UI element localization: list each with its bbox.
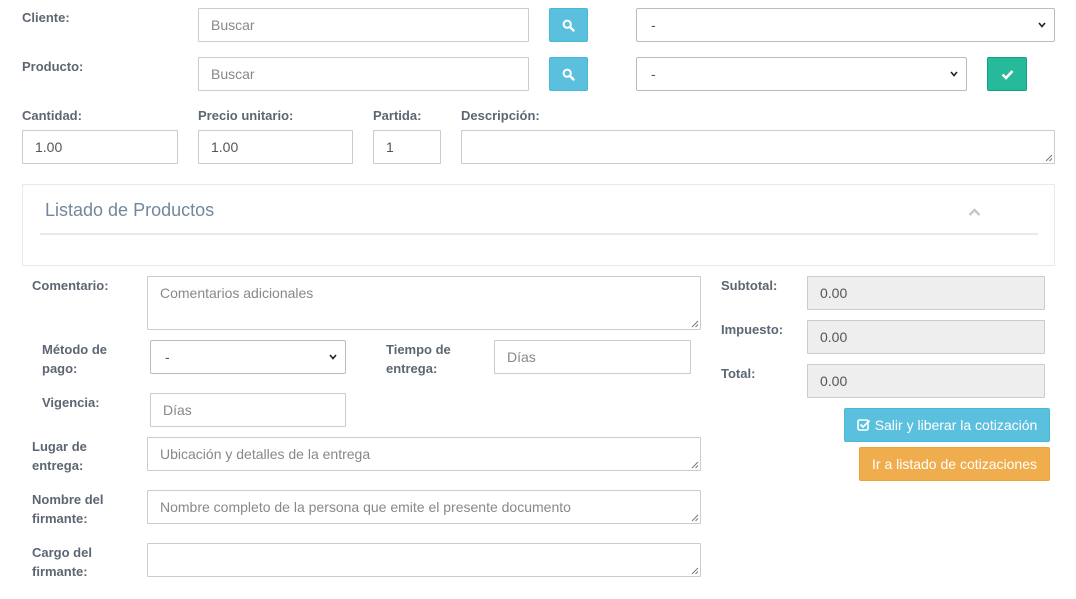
cliente-search-button[interactable] — [549, 8, 588, 42]
search-icon — [562, 19, 575, 32]
producto-select-value: - — [651, 66, 656, 82]
resize-grip-icon[interactable] — [690, 566, 699, 575]
total-field: 0.00 — [807, 364, 1045, 398]
chevron-down-icon — [950, 71, 958, 77]
resize-grip-icon[interactable] — [690, 319, 699, 328]
partida-input[interactable]: 1 — [373, 130, 441, 164]
impuesto-field: 0.00 — [807, 320, 1045, 354]
producto-search-button[interactable] — [549, 57, 588, 91]
search-icon — [562, 68, 575, 81]
ir-listado-button[interactable]: Ir a listado de cotizaciones — [859, 447, 1050, 481]
precio-unitario-input[interactable]: 1.00 — [198, 130, 353, 164]
metodo-pago-label-line1: Método de — [42, 342, 107, 357]
lugar-entrega-label-line2: entrega: — [32, 458, 84, 473]
product-list-panel: Listado de Productos — [22, 184, 1055, 266]
cantidad-value: 1.00 — [35, 139, 63, 155]
chevron-up-icon[interactable] — [968, 207, 981, 217]
descripcion-textarea[interactable] — [461, 130, 1055, 164]
lugar-entrega-label: Lugar de entrega: — [32, 437, 87, 475]
lugar-entrega-label-line1: Lugar de — [32, 439, 87, 454]
cargo-firmante-textarea[interactable] — [147, 543, 701, 577]
ir-listado-label: Ir a listado de cotizaciones — [872, 456, 1037, 472]
partida-label: Partida: — [373, 108, 422, 123]
tiempo-entrega-label-line1: Tiempo de — [386, 342, 451, 357]
producto-search-input[interactable]: Buscar — [198, 57, 529, 91]
salir-liberar-button[interactable]: Salir y liberar la cotización — [844, 408, 1050, 442]
cargo-firmante-label-line2: firmante: — [32, 564, 88, 579]
chevron-down-icon — [329, 354, 337, 360]
cliente-search-placeholder: Buscar — [211, 17, 255, 33]
metodo-pago-select[interactable]: - — [150, 340, 346, 374]
precio-unitario-value: 1.00 — [211, 139, 239, 155]
partida-value: 1 — [386, 139, 394, 155]
tiempo-entrega-label-line2: entrega: — [386, 361, 438, 376]
tiempo-entrega-label: Tiempo de entrega: — [386, 340, 451, 378]
nombre-firmante-placeholder: Nombre completo de la persona que emite … — [160, 499, 571, 515]
cantidad-label: Cantidad: — [22, 108, 82, 123]
impuesto-label: Impuesto: — [721, 322, 784, 337]
nombre-firmante-label-line2: firmante: — [32, 511, 88, 526]
subtotal-label: Subtotal: — [721, 278, 778, 293]
resize-grip-icon[interactable] — [690, 460, 699, 469]
check-square-icon — [856, 419, 870, 431]
cargo-firmante-label-line1: Cargo del — [32, 545, 92, 560]
total-value: 0.00 — [820, 373, 848, 389]
resize-grip-icon[interactable] — [1044, 153, 1053, 162]
check-icon — [1001, 69, 1013, 80]
cliente-select-value: - — [651, 17, 656, 33]
cliente-label: Cliente: — [22, 10, 70, 25]
comentario-placeholder: Comentarios adicionales — [160, 285, 314, 301]
cliente-search-input[interactable]: Buscar — [198, 8, 529, 42]
add-product-button[interactable] — [987, 57, 1027, 91]
nombre-firmante-textarea[interactable]: Nombre completo de la persona que emite … — [147, 490, 701, 524]
tiempo-entrega-placeholder: Días — [507, 349, 536, 365]
lugar-entrega-textarea[interactable]: Ubicación y detalles de la entrega — [147, 437, 701, 471]
cliente-select[interactable]: - — [636, 8, 1055, 42]
descripcion-label: Descripción: — [461, 108, 540, 123]
metodo-pago-select-value: - — [165, 349, 170, 365]
cargo-firmante-label: Cargo del firmante: — [32, 543, 92, 581]
comentario-label: Comentario: — [32, 278, 109, 293]
salir-liberar-label: Salir y liberar la cotización — [874, 417, 1038, 433]
chevron-down-icon — [1038, 22, 1046, 28]
metodo-pago-label-line2: pago: — [42, 361, 78, 376]
cantidad-input[interactable]: 1.00 — [22, 130, 178, 164]
precio-unitario-label: Precio unitario: — [198, 108, 294, 123]
vigencia-input[interactable]: Días — [150, 393, 346, 427]
panel-title: Listado de Productos — [45, 200, 215, 220]
subtotal-value: 0.00 — [820, 285, 848, 301]
lugar-entrega-placeholder: Ubicación y detalles de la entrega — [160, 446, 371, 462]
metodo-pago-label: Método de pago: — [42, 340, 107, 378]
subtotal-field: 0.00 — [807, 276, 1045, 310]
producto-label: Producto: — [22, 59, 84, 74]
impuesto-value: 0.00 — [820, 329, 848, 345]
producto-search-placeholder: Buscar — [211, 66, 255, 82]
panel-divider — [40, 233, 1038, 235]
vigencia-label: Vigencia: — [42, 395, 100, 410]
total-label: Total: — [721, 366, 756, 381]
producto-select[interactable]: - — [636, 57, 967, 91]
comentario-textarea[interactable]: Comentarios adicionales — [147, 276, 701, 330]
nombre-firmante-label: Nombre del firmante: — [32, 490, 104, 528]
resize-grip-icon[interactable] — [690, 513, 699, 522]
vigencia-placeholder: Días — [163, 402, 192, 418]
nombre-firmante-label-line1: Nombre del — [32, 492, 104, 507]
tiempo-entrega-input[interactable]: Días — [494, 340, 691, 374]
